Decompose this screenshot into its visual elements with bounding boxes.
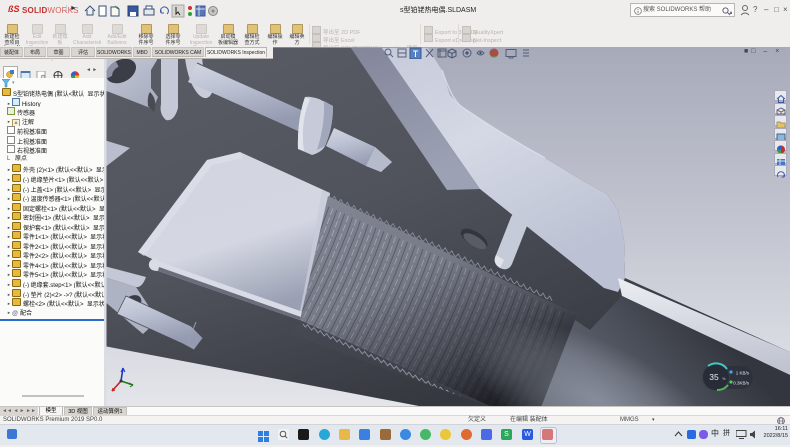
svg-text:1 KB/s: 1 KB/s <box>736 371 750 376</box>
svg-text:35: 35 <box>709 372 719 382</box>
svg-text:0.3KB/s: 0.3KB/s <box>733 381 750 386</box>
svg-text:%: % <box>722 376 726 381</box>
